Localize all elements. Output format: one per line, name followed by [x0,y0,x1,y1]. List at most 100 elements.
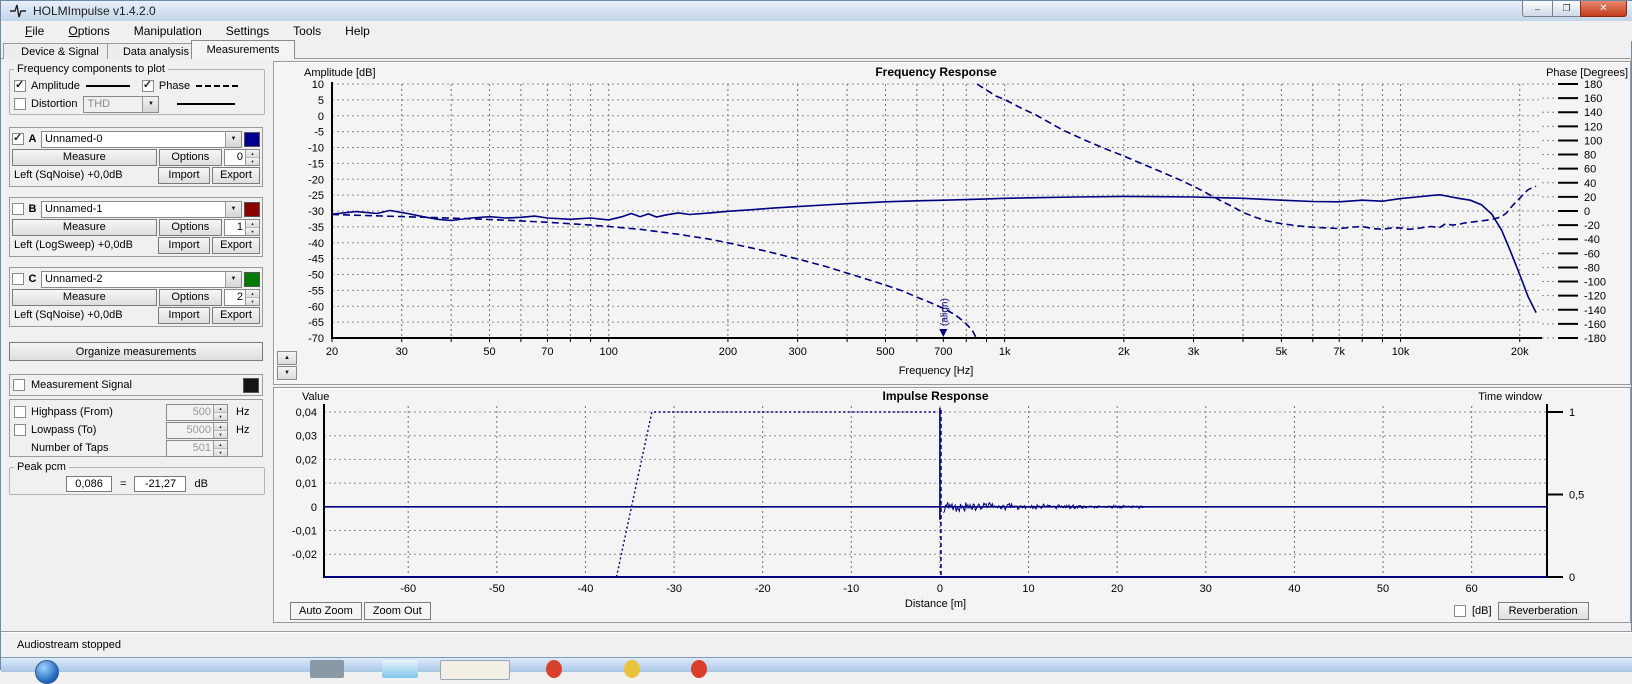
svg-text:7k: 7k [1333,346,1345,358]
freq-components-group: Frequency components to plot Amplitude P… [9,63,265,115]
taskbar-icon[interactable] [382,660,418,678]
auto-zoom-button[interactable]: Auto Zoom [290,602,362,620]
title-bar[interactable]: HOLMImpulse v1.4.2.0 – ❐ ✕ [1,1,1632,22]
chevron-down-icon[interactable]: ▼ [142,97,158,112]
order-c-spinner[interactable]: 2 ▲▼ [224,289,260,306]
measurement-signal-color-swatch[interactable] [243,378,259,393]
export-b-button[interactable]: Export [212,237,260,254]
measurement-c-checkbox[interactable] [12,273,24,285]
svg-text:0,03: 0,03 [296,431,317,443]
svg-text:-60: -60 [1584,248,1600,260]
measure-b-button[interactable]: Measure [12,219,157,236]
svg-text:100: 100 [600,346,618,358]
organize-measurements-button[interactable]: Organize measurements [9,342,263,361]
peak-pcm-title: Peak pcm [14,461,69,473]
svg-text:-60: -60 [308,301,324,313]
impulse-right-controls: [dB] Reverberation [1454,602,1589,620]
lowpass-checkbox[interactable] [14,424,26,436]
menu-item-settings[interactable]: Settings [214,22,281,40]
measure-a-button[interactable]: Measure [12,149,157,166]
import-a-button[interactable]: Import [158,167,210,184]
measurement-a-color-swatch[interactable] [244,132,260,147]
taskbar-icon[interactable] [624,660,640,678]
import-c-button[interactable]: Import [158,307,210,324]
svg-text:160: 160 [1584,93,1602,105]
options-a-button[interactable]: Options [159,149,222,166]
splitter-up-button[interactable]: ▲ [277,351,297,365]
svg-text:-5: -5 [314,127,324,139]
db-checkbox-label: [dB] [1472,605,1492,617]
svg-text:-160: -160 [1584,319,1606,331]
freq-components-title: Frequency components to plot [14,63,168,75]
highpass-checkbox[interactable] [14,406,26,418]
measurement-c-color-swatch[interactable] [244,272,260,287]
measurement-a-checkbox[interactable] [12,133,24,145]
reverberation-button[interactable]: Reverberation [1498,602,1589,620]
svg-text:40: 40 [1288,583,1300,595]
taskbar-icon[interactable] [691,660,707,678]
frequency-response-plot[interactable]: 1050-5-10-15-20-25-30-35-40-45-50-55-60-… [274,62,1628,382]
close-button[interactable]: ✕ [1580,1,1627,17]
measurement-c-id: C [26,273,39,285]
export-c-button[interactable]: Export [212,307,260,324]
menu-item-options[interactable]: Options [56,22,121,40]
spinner-arrows-icon[interactable]: ▲▼ [213,423,227,438]
menu-item-manipulation[interactable]: Manipulation [122,22,214,40]
splitter-down-button[interactable]: ▼ [277,366,297,380]
menu-item-help[interactable]: Help [333,22,382,40]
taskbar-active-app[interactable] [440,660,510,680]
chevron-down-icon[interactable]: ▼ [225,272,241,287]
order-b-spinner[interactable]: 1 ▲▼ [224,219,260,236]
amplitude-checkbox[interactable] [14,80,26,92]
taps-spinner[interactable]: 501 ▲▼ [166,440,228,457]
spinner-arrows-icon[interactable]: ▲▼ [245,220,259,235]
highpass-spinner[interactable]: 500 ▲▼ [166,404,228,421]
app-icon [9,4,27,18]
zoom-out-button[interactable]: Zoom Out [364,602,431,620]
peak-pcm-value: 0,086 [66,476,112,492]
menu-item-tools[interactable]: Tools [281,22,333,40]
distortion-line-sample [177,103,235,105]
impulse-response-plot[interactable]: 0,040,030,020,010-0,01-0,02-60-50-40-30-… [274,388,1628,620]
svg-text:3k: 3k [1188,346,1200,358]
spinner-arrows-icon[interactable]: ▲▼ [245,150,259,165]
distortion-mode-combo[interactable]: THD ▼ [83,96,159,113]
start-button[interactable] [35,660,59,684]
measurement-c-signal-info: Left (SqNoise) +0,0dB [12,309,156,321]
spinner-arrows-icon[interactable]: ▲▼ [245,290,259,305]
measurement-b-name-combo[interactable]: Unnamed-1 ▼ [41,201,242,218]
svg-text:-20: -20 [755,583,771,595]
tab-measurements[interactable]: Measurements [191,40,295,59]
measurement-a-name: Unnamed-0 [42,133,225,145]
lowpass-spinner[interactable]: 5000 ▲▼ [166,422,228,439]
maximize-button[interactable]: ❐ [1552,1,1581,17]
chevron-down-icon[interactable]: ▼ [225,132,241,147]
spinner-arrows-icon[interactable]: ▲▼ [213,405,227,420]
menu-item-file[interactable]: File [13,22,56,40]
minimize-button[interactable]: – [1522,1,1553,17]
order-a-spinner[interactable]: 0 ▲▼ [224,149,260,166]
measurement-c-name-combo[interactable]: Unnamed-2 ▼ [41,271,242,288]
taskbar-icon[interactable] [310,660,344,678]
distortion-checkbox[interactable] [14,98,26,110]
phase-checkbox[interactable] [142,80,154,92]
db-checkbox[interactable] [1454,605,1466,617]
tab-device-signal[interactable]: Device & Signal [3,43,117,59]
export-a-button[interactable]: Export [212,167,260,184]
chevron-down-icon[interactable]: ▼ [225,202,241,217]
measurement-b-color-swatch[interactable] [244,202,260,217]
measurement-signal-checkbox[interactable] [13,379,25,391]
order-c-value: 2 [225,290,245,305]
impulse-response-chart[interactable]: 0,040,030,020,010-0,01-0,02-60-50-40-30-… [273,387,1631,623]
options-b-button[interactable]: Options [159,219,222,236]
measure-c-button[interactable]: Measure [12,289,157,306]
svg-text:-20: -20 [308,174,324,186]
frequency-response-chart[interactable]: 1050-5-10-15-20-25-30-35-40-45-50-55-60-… [273,61,1631,385]
spinner-arrows-icon[interactable]: ▲▼ [213,441,227,456]
measurement-a-name-combo[interactable]: Unnamed-0 ▼ [41,131,242,148]
taskbar-icon[interactable] [546,660,562,678]
svg-text:0,01: 0,01 [296,478,317,490]
import-b-button[interactable]: Import [158,237,210,254]
options-c-button[interactable]: Options [159,289,222,306]
measurement-b-checkbox[interactable] [12,203,24,215]
